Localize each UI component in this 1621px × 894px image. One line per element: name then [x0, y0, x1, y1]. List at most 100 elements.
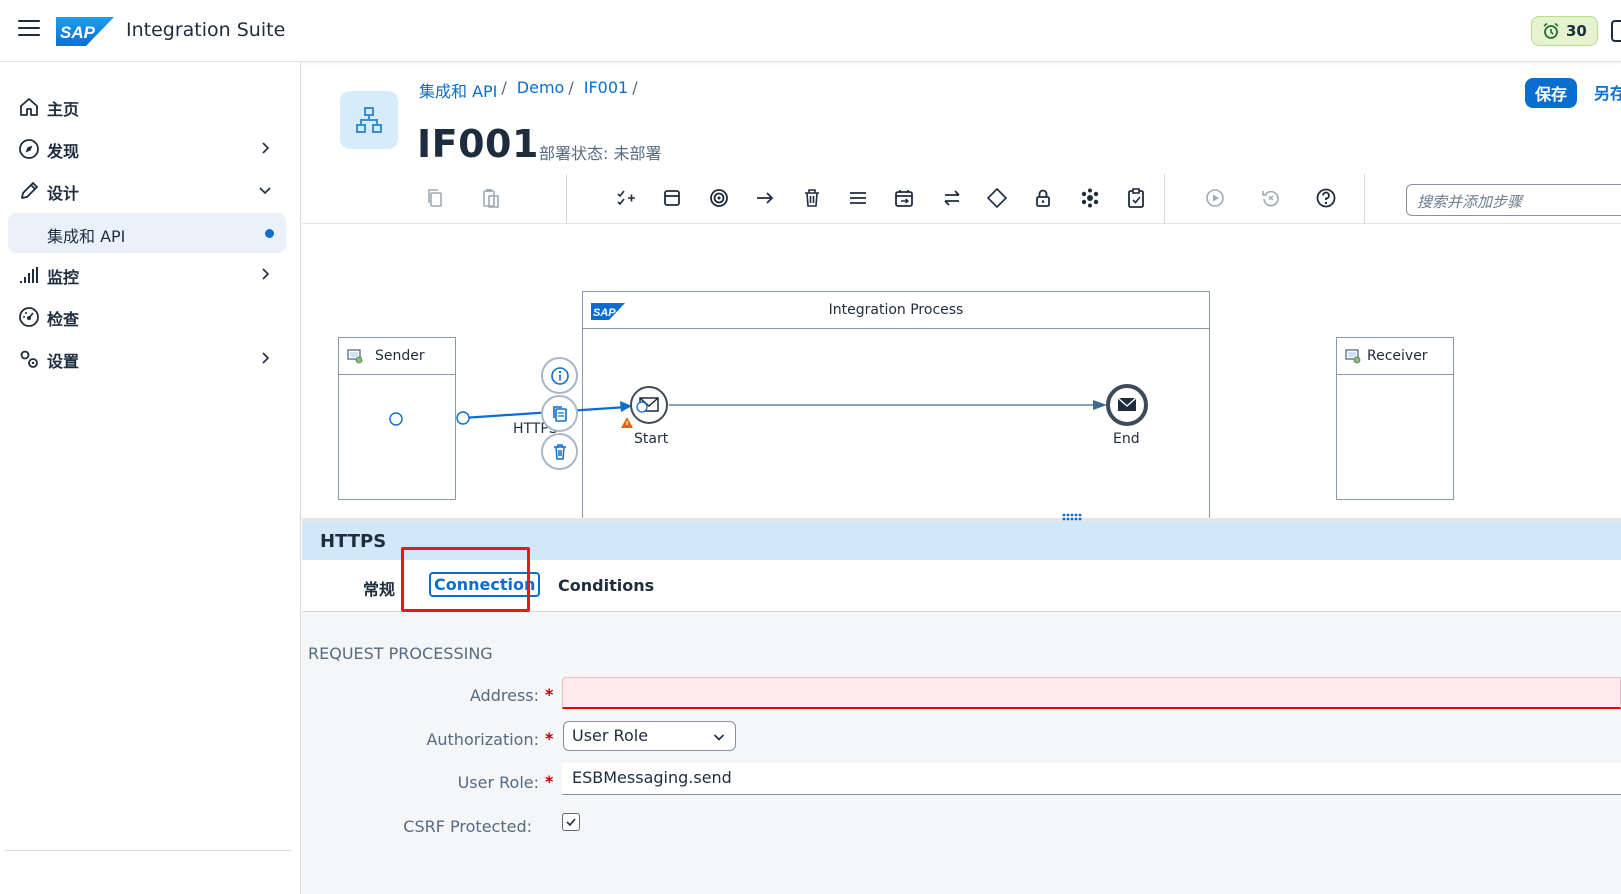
- required-marker: *: [545, 772, 554, 791]
- product-name: Integration Suite: [126, 19, 286, 41]
- breadcrumb: 集成和 API / Demo / IF001/: [419, 78, 644, 102]
- nav-label: 监控: [47, 268, 80, 287]
- compass-icon: [19, 139, 39, 159]
- breadcrumb-link[interactable]: Demo: [517, 78, 565, 102]
- target-icon[interactable]: [705, 184, 733, 212]
- list-icon[interactable]: [844, 184, 872, 212]
- chevron-right-icon: [262, 268, 270, 280]
- lock-icon[interactable]: [1029, 184, 1057, 212]
- nav-item-discover[interactable]: 发现: [8, 128, 286, 168]
- alarm-clock-icon: [1543, 22, 1559, 39]
- nav-label: 发现: [47, 142, 80, 161]
- nav-label: 设置: [47, 352, 80, 371]
- notification-badge[interactable]: 30: [1531, 16, 1598, 46]
- required-marker: *: [545, 685, 554, 704]
- exchange-icon[interactable]: [938, 184, 966, 212]
- gateway-icon[interactable]: [983, 184, 1011, 212]
- delete-icon: [553, 443, 566, 460]
- user-role-input[interactable]: ESBMessaging.send: [562, 763, 1621, 795]
- end-label: End: [1113, 431, 1140, 447]
- sap-logo: SAP: [56, 17, 114, 46]
- save-as-button[interactable]: 另存: [1594, 80, 1621, 104]
- address-label: Address:: [469, 686, 539, 705]
- step-search-input[interactable]: 搜索并添加步骤: [1406, 184, 1621, 216]
- csrf-checkbox[interactable]: [562, 813, 580, 831]
- delete-icon[interactable]: [798, 184, 826, 212]
- notification-count: 30: [1566, 22, 1587, 40]
- sidebar-divider: [5, 850, 291, 851]
- connection-source-anchor[interactable]: [456, 411, 470, 425]
- nav-label: 检查: [47, 310, 80, 329]
- home-icon: [20, 98, 38, 116]
- copy-icon: [552, 405, 567, 422]
- start-label: Start: [634, 431, 669, 447]
- pencil-icon: [21, 182, 38, 199]
- breadcrumb-separator: /: [501, 78, 507, 97]
- panel-header: HTTPS: [302, 522, 1621, 560]
- breadcrumb-separator: /: [632, 78, 638, 97]
- gauge-icon: [19, 307, 39, 327]
- calendar-icon[interactable]: [890, 184, 918, 212]
- arrow-right-icon[interactable]: [751, 184, 779, 212]
- nav-item-integrations-and-apis[interactable]: 集成和 API: [8, 213, 286, 253]
- nav-item-settings[interactable]: 设置: [8, 338, 286, 378]
- gears-icon: [20, 350, 38, 368]
- menu-icon[interactable]: [18, 20, 40, 38]
- authorization-select[interactable]: User Role: [563, 721, 736, 751]
- tab-connection[interactable]: Connection: [429, 572, 541, 597]
- breadcrumb-link[interactable]: 集成和 API: [419, 78, 497, 102]
- chevron-right-icon: [262, 142, 270, 154]
- chat-icon[interactable]: [1611, 20, 1621, 42]
- nav-item-inspect[interactable]: 检查: [8, 296, 286, 336]
- grip-icon[interactable]: [1062, 512, 1082, 522]
- chevron-right-icon: [262, 352, 270, 364]
- clipboard-check-icon[interactable]: [1122, 184, 1150, 212]
- page-title: IF001: [417, 122, 539, 166]
- panel-title: HTTPS: [320, 531, 387, 552]
- panel-icon[interactable]: [658, 184, 686, 212]
- paste-icon[interactable]: [477, 184, 505, 212]
- save-button[interactable]: 保存: [1525, 78, 1577, 108]
- selected-indicator: [265, 229, 274, 238]
- deployment-status: 部署状态: 未部署: [539, 144, 662, 163]
- copy-icon[interactable]: [421, 184, 449, 212]
- editor-toolbar: 搜索并添加步骤: [302, 174, 1621, 224]
- info-icon: [550, 366, 569, 385]
- nav-label: 主页: [47, 100, 80, 119]
- nav-label: 集成和 API: [47, 227, 126, 246]
- tab-conditions[interactable]: Conditions: [558, 576, 654, 595]
- csrf-label: CSRF Protected:: [403, 817, 532, 836]
- sender-anchor: [389, 412, 403, 426]
- user-role-label: User Role:: [457, 773, 539, 792]
- nav-label: 设计: [47, 184, 80, 203]
- svg-text:SAP: SAP: [60, 23, 96, 42]
- reset-icon[interactable]: [1257, 184, 1285, 212]
- tab-general[interactable]: 常规: [363, 576, 395, 600]
- play-icon[interactable]: [1201, 184, 1229, 212]
- help-icon[interactable]: [1312, 184, 1340, 212]
- sequence-flow-arrowhead: [1093, 400, 1107, 410]
- required-marker: *: [545, 729, 554, 748]
- check-add-icon[interactable]: [612, 184, 640, 212]
- delete-button[interactable]: [541, 433, 578, 470]
- properties-panel: HTTPS 常规 Connection Conditions REQUEST P…: [302, 522, 1621, 894]
- cube-icon[interactable]: [1076, 184, 1104, 212]
- flow-connectors: [389, 384, 1148, 428]
- process-canvas[interactable]: Sender SAP Integration Process Receiver: [302, 224, 1621, 518]
- authorization-label: Authorization:: [426, 730, 539, 749]
- nav-item-home[interactable]: 主页: [8, 86, 286, 126]
- chart-icon: [20, 267, 38, 283]
- copy-button[interactable]: [541, 395, 578, 432]
- authorization-value: User Role: [572, 726, 649, 745]
- breadcrumb-link[interactable]: IF001: [584, 78, 628, 102]
- check-icon: [566, 818, 576, 827]
- section-title: REQUEST PROCESSING: [308, 644, 493, 663]
- panel-tabs: 常规 Connection Conditions: [302, 560, 1621, 612]
- chevron-down-icon: [259, 187, 271, 195]
- address-input[interactable]: [562, 677, 1621, 709]
- info-button[interactable]: [541, 357, 578, 394]
- side-navigation: 主页 发现 设计 集成和 API 监控 检查 设置: [0, 62, 301, 894]
- nav-item-design[interactable]: 设计: [8, 170, 286, 210]
- chevron-down-icon: [713, 734, 725, 741]
- nav-item-monitor[interactable]: 监控: [8, 254, 286, 294]
